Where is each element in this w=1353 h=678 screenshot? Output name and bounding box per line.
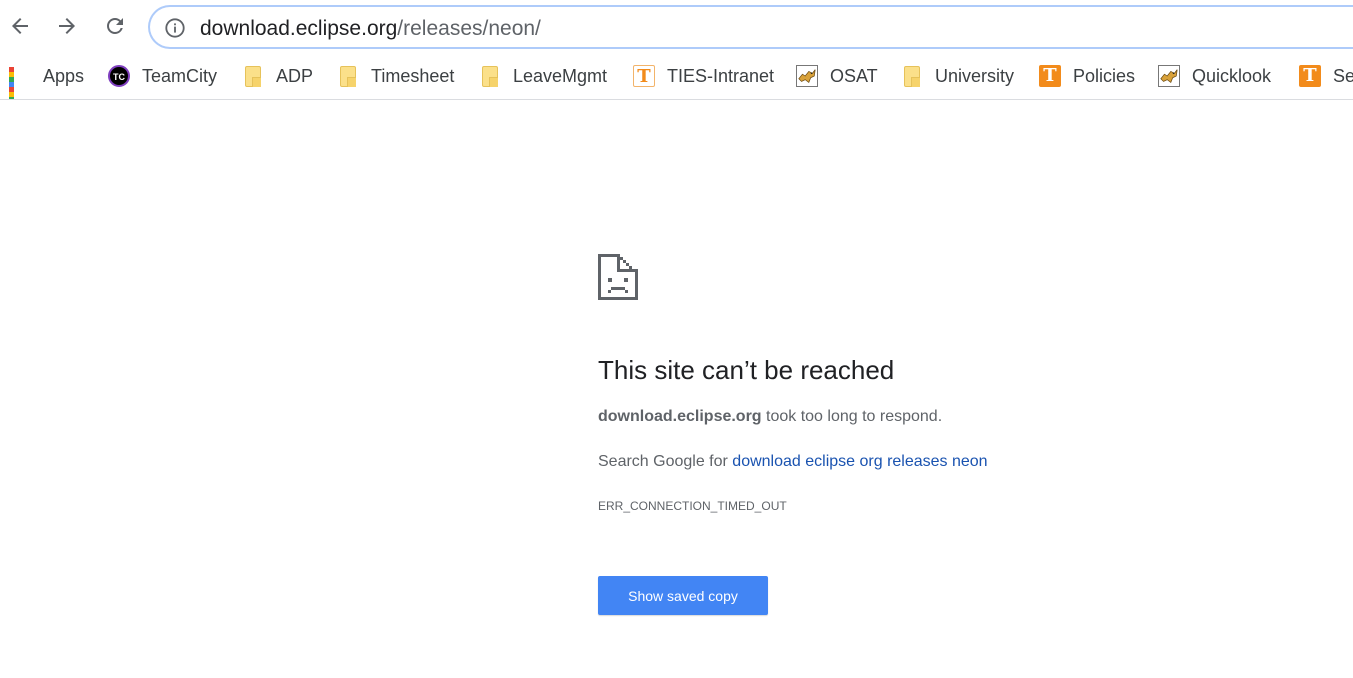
browser-toolbar: download.eclipse.org/releases/neon/ xyxy=(0,0,1353,54)
folder-icon xyxy=(340,65,356,87)
folder-icon xyxy=(245,65,261,87)
bookmark-teamcity[interactable]: TC TeamCity xyxy=(108,61,217,91)
bookmark-ties-intranet[interactable]: T TIES-Intranet xyxy=(633,61,774,91)
bookmark-label: OSAT xyxy=(830,65,878,86)
error-title: This site can’t be reached xyxy=(598,355,895,385)
t-logo-icon: T xyxy=(1039,65,1061,87)
url-host: download.eclipse.org xyxy=(200,17,398,40)
bookmark-apps[interactable]: Apps xyxy=(9,61,85,99)
bookmark-osat[interactable]: OSAT xyxy=(796,61,878,91)
tomcat-icon xyxy=(796,65,818,87)
t-logo-icon: T xyxy=(1299,65,1321,87)
bookmark-label: LeaveMgmt xyxy=(513,65,608,86)
search-prefix: Search Google for xyxy=(598,453,733,470)
bookmark-label: TIES-Intranet xyxy=(667,65,775,86)
error-code: ERR_CONNECTION_TIMED_OUT xyxy=(598,499,787,513)
url-text: download.eclipse.org/releases/neon/ xyxy=(200,17,541,41)
bookmark-quicklook[interactable]: Quicklook xyxy=(1158,61,1271,91)
bookmark-label: University xyxy=(935,65,1015,86)
arrow-right-icon xyxy=(59,18,75,34)
search-google-link[interactable]: download eclipse org releases neon xyxy=(732,453,987,470)
bookmark-timesheet[interactable]: Timesheet xyxy=(337,61,454,91)
sad-page-icon xyxy=(598,254,638,300)
info-circle-icon[interactable] xyxy=(164,17,186,39)
bookmark-label: Apps xyxy=(43,65,85,86)
folder-icon xyxy=(482,65,498,87)
show-saved-copy-button[interactable]: Show saved copy xyxy=(598,576,768,615)
t-logo-icon: T xyxy=(633,65,655,87)
back-button[interactable] xyxy=(2,8,38,44)
error-message-suffix: took too long to respond. xyxy=(761,408,943,425)
bookmark-label: Se xyxy=(1333,65,1353,86)
apps-grid-icon xyxy=(9,66,28,99)
tomcat-icon xyxy=(1158,65,1180,87)
folder-icon xyxy=(904,65,920,87)
reload-icon xyxy=(107,18,123,34)
bookmarks-bar: Apps TC TeamCity ADP Timesheet LeaveMgmt… xyxy=(0,54,1353,100)
url-path: /releases/neon/ xyxy=(397,17,541,40)
bookmark-leavemgmt[interactable]: LeaveMgmt xyxy=(479,61,607,91)
search-suggestion: Search Google for download eclipse org r… xyxy=(598,453,988,471)
bookmark-label: Policies xyxy=(1073,65,1136,86)
forward-button[interactable] xyxy=(49,8,85,44)
error-host: download.eclipse.org xyxy=(598,408,762,425)
teamcity-icon: TC xyxy=(108,65,130,87)
bookmark-adp[interactable]: ADP xyxy=(242,61,313,91)
bookmark-university[interactable]: University xyxy=(901,61,1014,91)
bookmark-label: ADP xyxy=(276,65,314,86)
reload-button[interactable] xyxy=(97,8,133,44)
bookmark-label: TeamCity xyxy=(142,65,218,86)
bookmark-policies[interactable]: T Policies xyxy=(1039,61,1135,91)
address-bar[interactable]: download.eclipse.org/releases/neon/ xyxy=(148,5,1353,49)
bookmark-label: Quicklook xyxy=(1192,65,1272,86)
bookmark-label: Timesheet xyxy=(371,65,455,86)
arrow-left-icon xyxy=(12,18,28,34)
bookmark-se[interactable]: T Se xyxy=(1299,61,1353,91)
error-message: download.eclipse.org took too long to re… xyxy=(598,408,942,426)
